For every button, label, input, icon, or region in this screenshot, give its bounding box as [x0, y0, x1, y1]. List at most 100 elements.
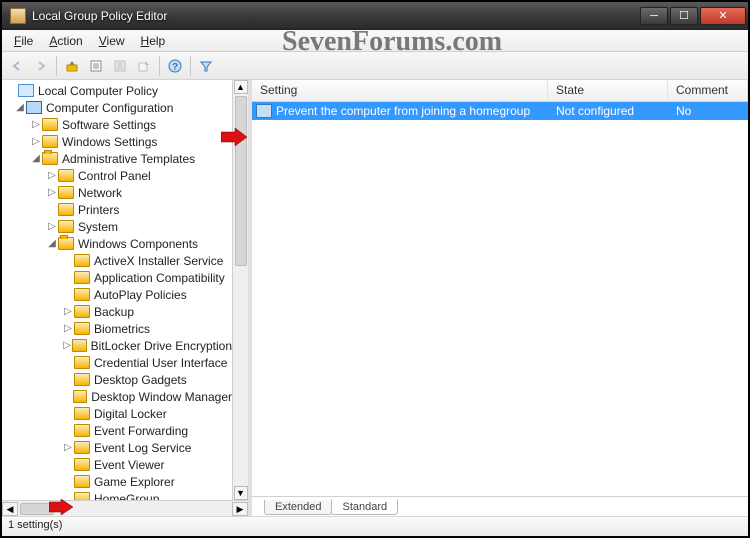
tree-windows-components[interactable]: Windows Components: [78, 237, 198, 251]
tree-wc-bitlocker[interactable]: BitLocker Drive Encryption: [91, 339, 232, 353]
tree-wc-backup[interactable]: Backup: [94, 305, 134, 319]
annotation-arrow-icon: [221, 128, 247, 146]
tree-computer-config[interactable]: Computer Configuration: [46, 101, 173, 115]
tree-view[interactable]: Local Computer Policy ◢ Computer Configur…: [2, 80, 248, 500]
app-icon: [10, 8, 26, 24]
title-bar: Local Group Policy Editor ─ ☐ ✕: [2, 2, 748, 30]
folder-icon: [74, 254, 90, 267]
toolbar-separator: [56, 56, 57, 76]
minimize-button[interactable]: ─: [640, 7, 668, 25]
tree-wc-eventviewer[interactable]: Event Viewer: [94, 458, 164, 472]
expander-icon[interactable]: ◢: [30, 153, 42, 164]
menu-view[interactable]: View: [91, 32, 133, 50]
scroll-thumb[interactable]: [235, 96, 247, 266]
scroll-right-icon[interactable]: ▶: [232, 502, 248, 516]
column-state[interactable]: State: [548, 80, 668, 101]
expander-icon[interactable]: ▷: [46, 221, 58, 232]
folder-icon: [74, 305, 90, 318]
status-text: 1 setting(s): [8, 519, 62, 531]
annotation-arrow-icon: [49, 499, 73, 515]
tree-wc-digitallocker[interactable]: Digital Locker: [94, 407, 167, 421]
help-button[interactable]: ?: [164, 55, 186, 77]
folder-icon: [73, 390, 88, 403]
list-header: Setting State Comment: [252, 80, 748, 102]
column-setting[interactable]: Setting: [252, 80, 548, 101]
properties-button[interactable]: [85, 55, 107, 77]
expander-icon[interactable]: ◢: [14, 102, 26, 113]
window-controls: ─ ☐ ✕: [640, 7, 746, 25]
export-button[interactable]: [133, 55, 155, 77]
tree-system[interactable]: System: [78, 220, 118, 234]
folder-icon: [74, 424, 90, 437]
menu-help[interactable]: Help: [133, 32, 174, 50]
expander-icon[interactable]: ▷: [30, 119, 42, 130]
up-button[interactable]: [61, 55, 83, 77]
menu-bar: File Action View Help SevenForums.com: [2, 30, 748, 52]
policy-item-icon: [256, 104, 272, 118]
folder-icon: [74, 407, 90, 420]
tree-wc-gadgets[interactable]: Desktop Gadgets: [94, 373, 187, 387]
expander-icon[interactable]: ▷: [46, 170, 58, 181]
tree-root[interactable]: Local Computer Policy: [38, 84, 158, 98]
folder-icon: [74, 271, 90, 284]
expander-icon[interactable]: ▷: [30, 136, 42, 147]
cell-setting: Prevent the computer from joining a home…: [276, 104, 548, 118]
tree-network[interactable]: Network: [78, 186, 122, 200]
computer-icon: [26, 101, 42, 114]
folder-icon: [74, 322, 90, 335]
maximize-button[interactable]: ☐: [670, 7, 698, 25]
column-comment[interactable]: Comment: [668, 80, 748, 101]
back-button[interactable]: [6, 55, 28, 77]
folder-icon: [74, 492, 90, 500]
scroll-left-icon[interactable]: ◀: [2, 502, 18, 516]
tree-wc-appcompat[interactable]: Application Compatibility: [94, 271, 225, 285]
tab-extended[interactable]: Extended: [264, 500, 332, 515]
folder-icon: [58, 220, 74, 233]
list-body: Prevent the computer from joining a home…: [252, 102, 748, 496]
toolbar-separator-3: [190, 56, 191, 76]
tree-software-settings[interactable]: Software Settings: [62, 118, 156, 132]
tab-standard[interactable]: Standard: [331, 499, 398, 515]
refresh-button[interactable]: [109, 55, 131, 77]
expander-icon[interactable]: ▷: [62, 442, 74, 453]
tree-wc-gameexp[interactable]: Game Explorer: [94, 475, 175, 489]
folder-icon: [72, 339, 86, 352]
folder-icon: [74, 441, 90, 454]
folder-icon: [74, 475, 90, 488]
tree-wc-dwm[interactable]: Desktop Window Manager: [91, 390, 232, 404]
folder-icon: [42, 118, 58, 131]
scroll-down-icon[interactable]: ▼: [234, 486, 248, 500]
svg-text:?: ?: [172, 62, 178, 73]
expander-icon[interactable]: ◢: [46, 238, 58, 249]
folder-icon: [58, 169, 74, 182]
forward-button[interactable]: [30, 55, 52, 77]
expander-icon[interactable]: ▷: [62, 306, 74, 317]
tree-wc-credui[interactable]: Credential User Interface: [94, 356, 227, 370]
tree-admin-templates[interactable]: Administrative Templates: [62, 152, 195, 166]
scroll-up-icon[interactable]: ▲: [234, 80, 248, 94]
status-bar: 1 setting(s): [2, 516, 748, 536]
expander-icon[interactable]: ▷: [62, 323, 74, 334]
tree-wc-eventlog[interactable]: Event Log Service: [94, 441, 191, 455]
view-tabs: Extended Standard: [252, 496, 748, 516]
menu-action[interactable]: Action: [41, 32, 90, 50]
tree-wc-biometrics[interactable]: Biometrics: [94, 322, 150, 336]
tree-wc-homegroup[interactable]: HomeGroup: [94, 492, 159, 501]
tree-wc-eventfwd[interactable]: Event Forwarding: [94, 424, 188, 438]
folder-icon: [74, 458, 90, 471]
folder-icon: [58, 203, 74, 216]
tree-printers[interactable]: Printers: [78, 203, 119, 217]
tree-windows-settings[interactable]: Windows Settings: [62, 135, 157, 149]
tree-wc-autoplay[interactable]: AutoPlay Policies: [94, 288, 187, 302]
tree-horizontal-scrollbar[interactable]: ◀▶: [2, 500, 248, 516]
expander-icon[interactable]: ▷: [46, 187, 58, 198]
menu-file[interactable]: File: [6, 32, 41, 50]
list-row[interactable]: Prevent the computer from joining a home…: [252, 102, 748, 120]
filter-button[interactable]: [195, 55, 217, 77]
expander-icon[interactable]: ▷: [62, 340, 72, 351]
close-button[interactable]: ✕: [700, 7, 746, 25]
tree-control-panel[interactable]: Control Panel: [78, 169, 151, 183]
tree-wc-activex[interactable]: ActiveX Installer Service: [94, 254, 223, 268]
toolbar-separator-2: [159, 56, 160, 76]
tree-pane: Local Computer Policy ◢ Computer Configur…: [2, 80, 252, 516]
